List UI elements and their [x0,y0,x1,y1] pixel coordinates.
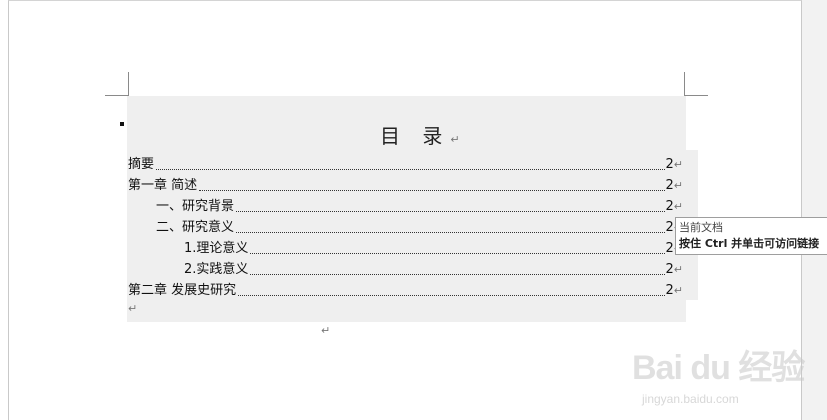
paragraph-mark-icon: ↵ [450,133,460,146]
toc-entry-label: 二、研究意义 [156,220,235,235]
toc-page-number: 2 [665,241,674,256]
paragraph-mark-icon: ↵ [128,302,138,315]
paragraph-mark-icon: ↵ [673,263,683,276]
toc-title-text: 目 录 [380,124,451,148]
hyperlink-tooltip: 当前文档 按住 Ctrl 并单击可访问链接 [675,217,827,255]
paragraph-mark-icon: ↵ [321,324,331,337]
watermark-url: jingyan.baidu.com [642,392,739,406]
toc-leader-dots [236,232,665,233]
toc-page-number: 2 [665,262,674,277]
toc-page-number: 2 [665,283,674,298]
toc-entry[interactable]: 2.实践意义 2↵ [184,260,683,280]
toc-entry-page: 2↵ [666,260,684,280]
tooltip-hint-text: 按住 Ctrl 并单击可访问链接 [679,237,820,250]
paragraph-mark-icon: ↵ [673,158,683,171]
toc-entry-page: 2↵ [666,197,684,217]
toc-page-number: 2 [665,199,674,214]
toc-entry-label: 摘要 [128,157,155,172]
toc-page-number: 2 [665,220,674,235]
toc-entry-label: 第一章 简述 [128,178,198,193]
toc-entry-page: 2↵ [666,281,684,301]
tooltip-target-text: 当前文档 [679,221,723,234]
toc-entry-label: 1.理论意义 [184,241,249,256]
watermark-logo: Bai du 经验 [632,349,805,387]
paragraph-mark-icon: ↵ [673,284,683,297]
toc-leader-dots [156,169,665,170]
toc-leader-dots [238,295,665,296]
paragraph-mark-icon: ↵ [673,179,683,192]
crop-mark-left-horizontal [105,95,129,96]
toc-leader-dots [199,190,665,191]
toc-entry[interactable]: 一、研究背景 2↵ [156,197,683,217]
crop-mark-right-vertical [684,72,685,96]
toc-page-number: 2 [665,157,674,172]
crop-mark-left-vertical [128,72,129,96]
toc-entry-page: 2↵ [666,155,684,175]
toc-entry[interactable]: 二、研究意义2↵ [156,218,683,238]
toc-entry-page: 2↵ [666,176,684,196]
toc-entry[interactable]: 摘要 2↵ [128,155,683,175]
paragraph-mark-icon: ↵ [673,200,683,213]
toc-page-number: 2 [665,178,674,193]
toc-entry[interactable]: 第二章 发展史研究 2↵ [128,281,683,301]
toc-entry[interactable]: 1.理论意义2↵ [184,239,683,259]
toc-leader-dots [250,274,665,275]
baidu-jingyan-watermark: Bai du 经验 jingyan.baidu.com [632,340,805,415]
toc-entry-label: 2.实践意义 [184,262,249,277]
page-gutter [802,0,827,420]
paragraph-anchor-mark [120,122,124,126]
toc-leader-dots [250,253,665,254]
toc-entry-label: 一、研究背景 [156,199,235,214]
toc-leader-dots [236,211,665,212]
toc-entry-label: 第二章 发展史研究 [128,283,237,298]
toc-title: 目 录↵ [380,120,460,149]
crop-mark-right-horizontal [684,95,708,96]
toc-entry[interactable]: 第一章 简述 2↵ [128,176,683,196]
